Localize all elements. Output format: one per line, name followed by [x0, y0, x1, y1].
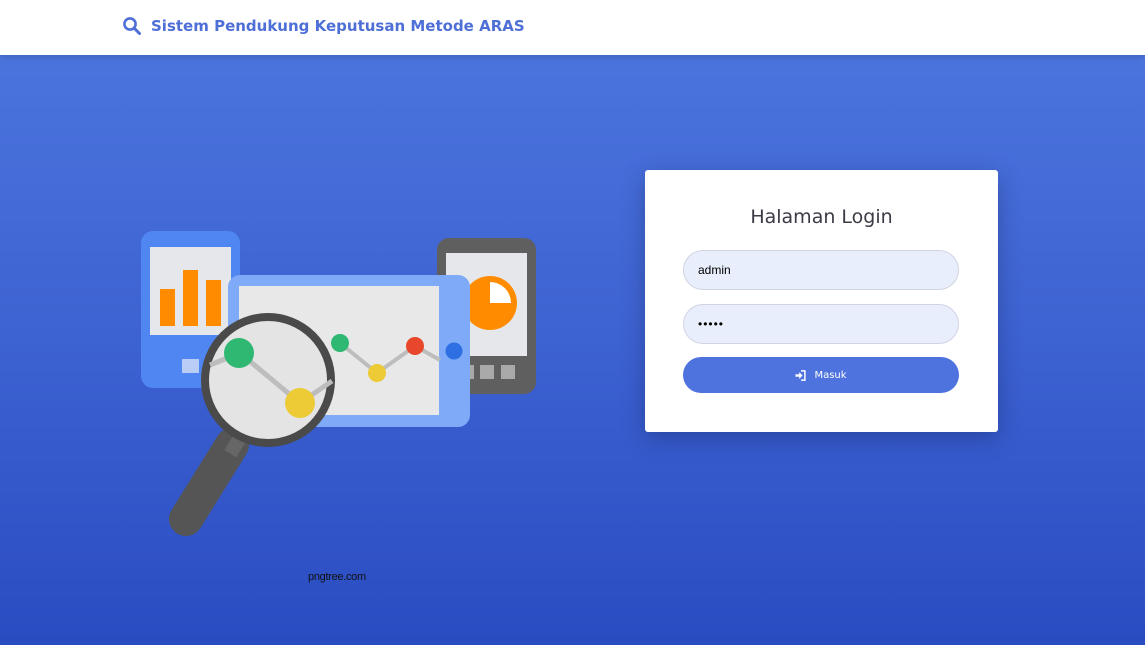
login-title: Halaman Login	[750, 206, 893, 228]
app-title: Sistem Pendukung Keputusan Metode ARAS	[151, 17, 525, 35]
search-icon	[123, 17, 141, 35]
analytics-magnifier-illustration	[141, 231, 536, 536]
watermark-text: pngtree.com	[308, 571, 366, 583]
password-input[interactable]	[683, 304, 959, 344]
brand-link[interactable]: Sistem Pendukung Keputusan Metode ARAS	[122, 14, 525, 38]
login-button[interactable]: Masuk	[683, 357, 959, 393]
login-card: Halaman Login Masuk	[645, 170, 998, 432]
username-input[interactable]	[683, 250, 959, 290]
login-button-label: Masuk	[814, 369, 847, 381]
sign-in-icon	[795, 369, 807, 381]
top-navbar: Sistem Pendukung Keputusan Metode ARAS	[0, 0, 1145, 55]
